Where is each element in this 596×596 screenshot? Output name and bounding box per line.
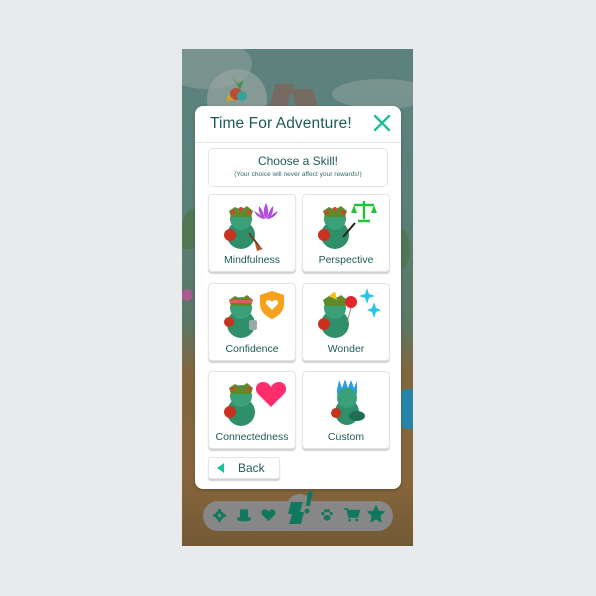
skill-label: Mindfulness [223, 254, 281, 266]
prompt-subtitle: (Your choice will never affect your rewa… [234, 171, 362, 178]
skill-label: Confidence [225, 343, 279, 355]
choose-skill-prompt: Choose a Skill! (Your choice will never … [208, 148, 388, 187]
shield-heart-icon [260, 291, 284, 319]
sparkle-icon [359, 288, 381, 318]
skill-card-confidence[interactable]: Confidence [208, 283, 296, 361]
lotus-icon [254, 203, 278, 219]
back-arrow-icon [217, 463, 224, 473]
skill-card-perspective[interactable]: Perspective [302, 194, 390, 272]
back-button[interactable]: Back [208, 457, 280, 479]
heart-icon [255, 382, 287, 407]
skill-label: Custom [327, 431, 365, 443]
skill-card-connectedness[interactable]: Connectedness [208, 371, 296, 449]
skill-card-wonder[interactable]: Wonder [302, 283, 390, 361]
dialog-header: Time For Adventure! [195, 106, 401, 143]
heart-icon[interactable] [261, 508, 276, 522]
skill-card-custom[interactable]: Custom [302, 371, 390, 449]
character-sprite [331, 380, 365, 425]
cart-icon[interactable] [344, 507, 360, 522]
prompt-title: Choose a Skill! [257, 154, 339, 168]
character-sprite [318, 292, 357, 338]
adventure-dialog: Time For Adventure! Choose a Skill! (You… [195, 106, 401, 489]
gear-icon[interactable] [213, 509, 226, 522]
back-label: Back [238, 461, 265, 475]
scales-icon [351, 201, 377, 223]
skill-card-mindfulness[interactable]: Mindfulness [208, 194, 296, 272]
star-icon[interactable] [367, 505, 385, 523]
dialog-title: Time For Adventure! [210, 115, 352, 132]
close-icon[interactable] [373, 114, 391, 132]
skill-label: Wonder [327, 343, 365, 355]
scroll-alert-icon[interactable] [288, 490, 314, 526]
top-hat-icon[interactable] [236, 507, 252, 523]
paw-icon[interactable] [320, 508, 334, 522]
skill-label: Connectedness [215, 431, 289, 443]
skill-label: Perspective [318, 254, 374, 266]
